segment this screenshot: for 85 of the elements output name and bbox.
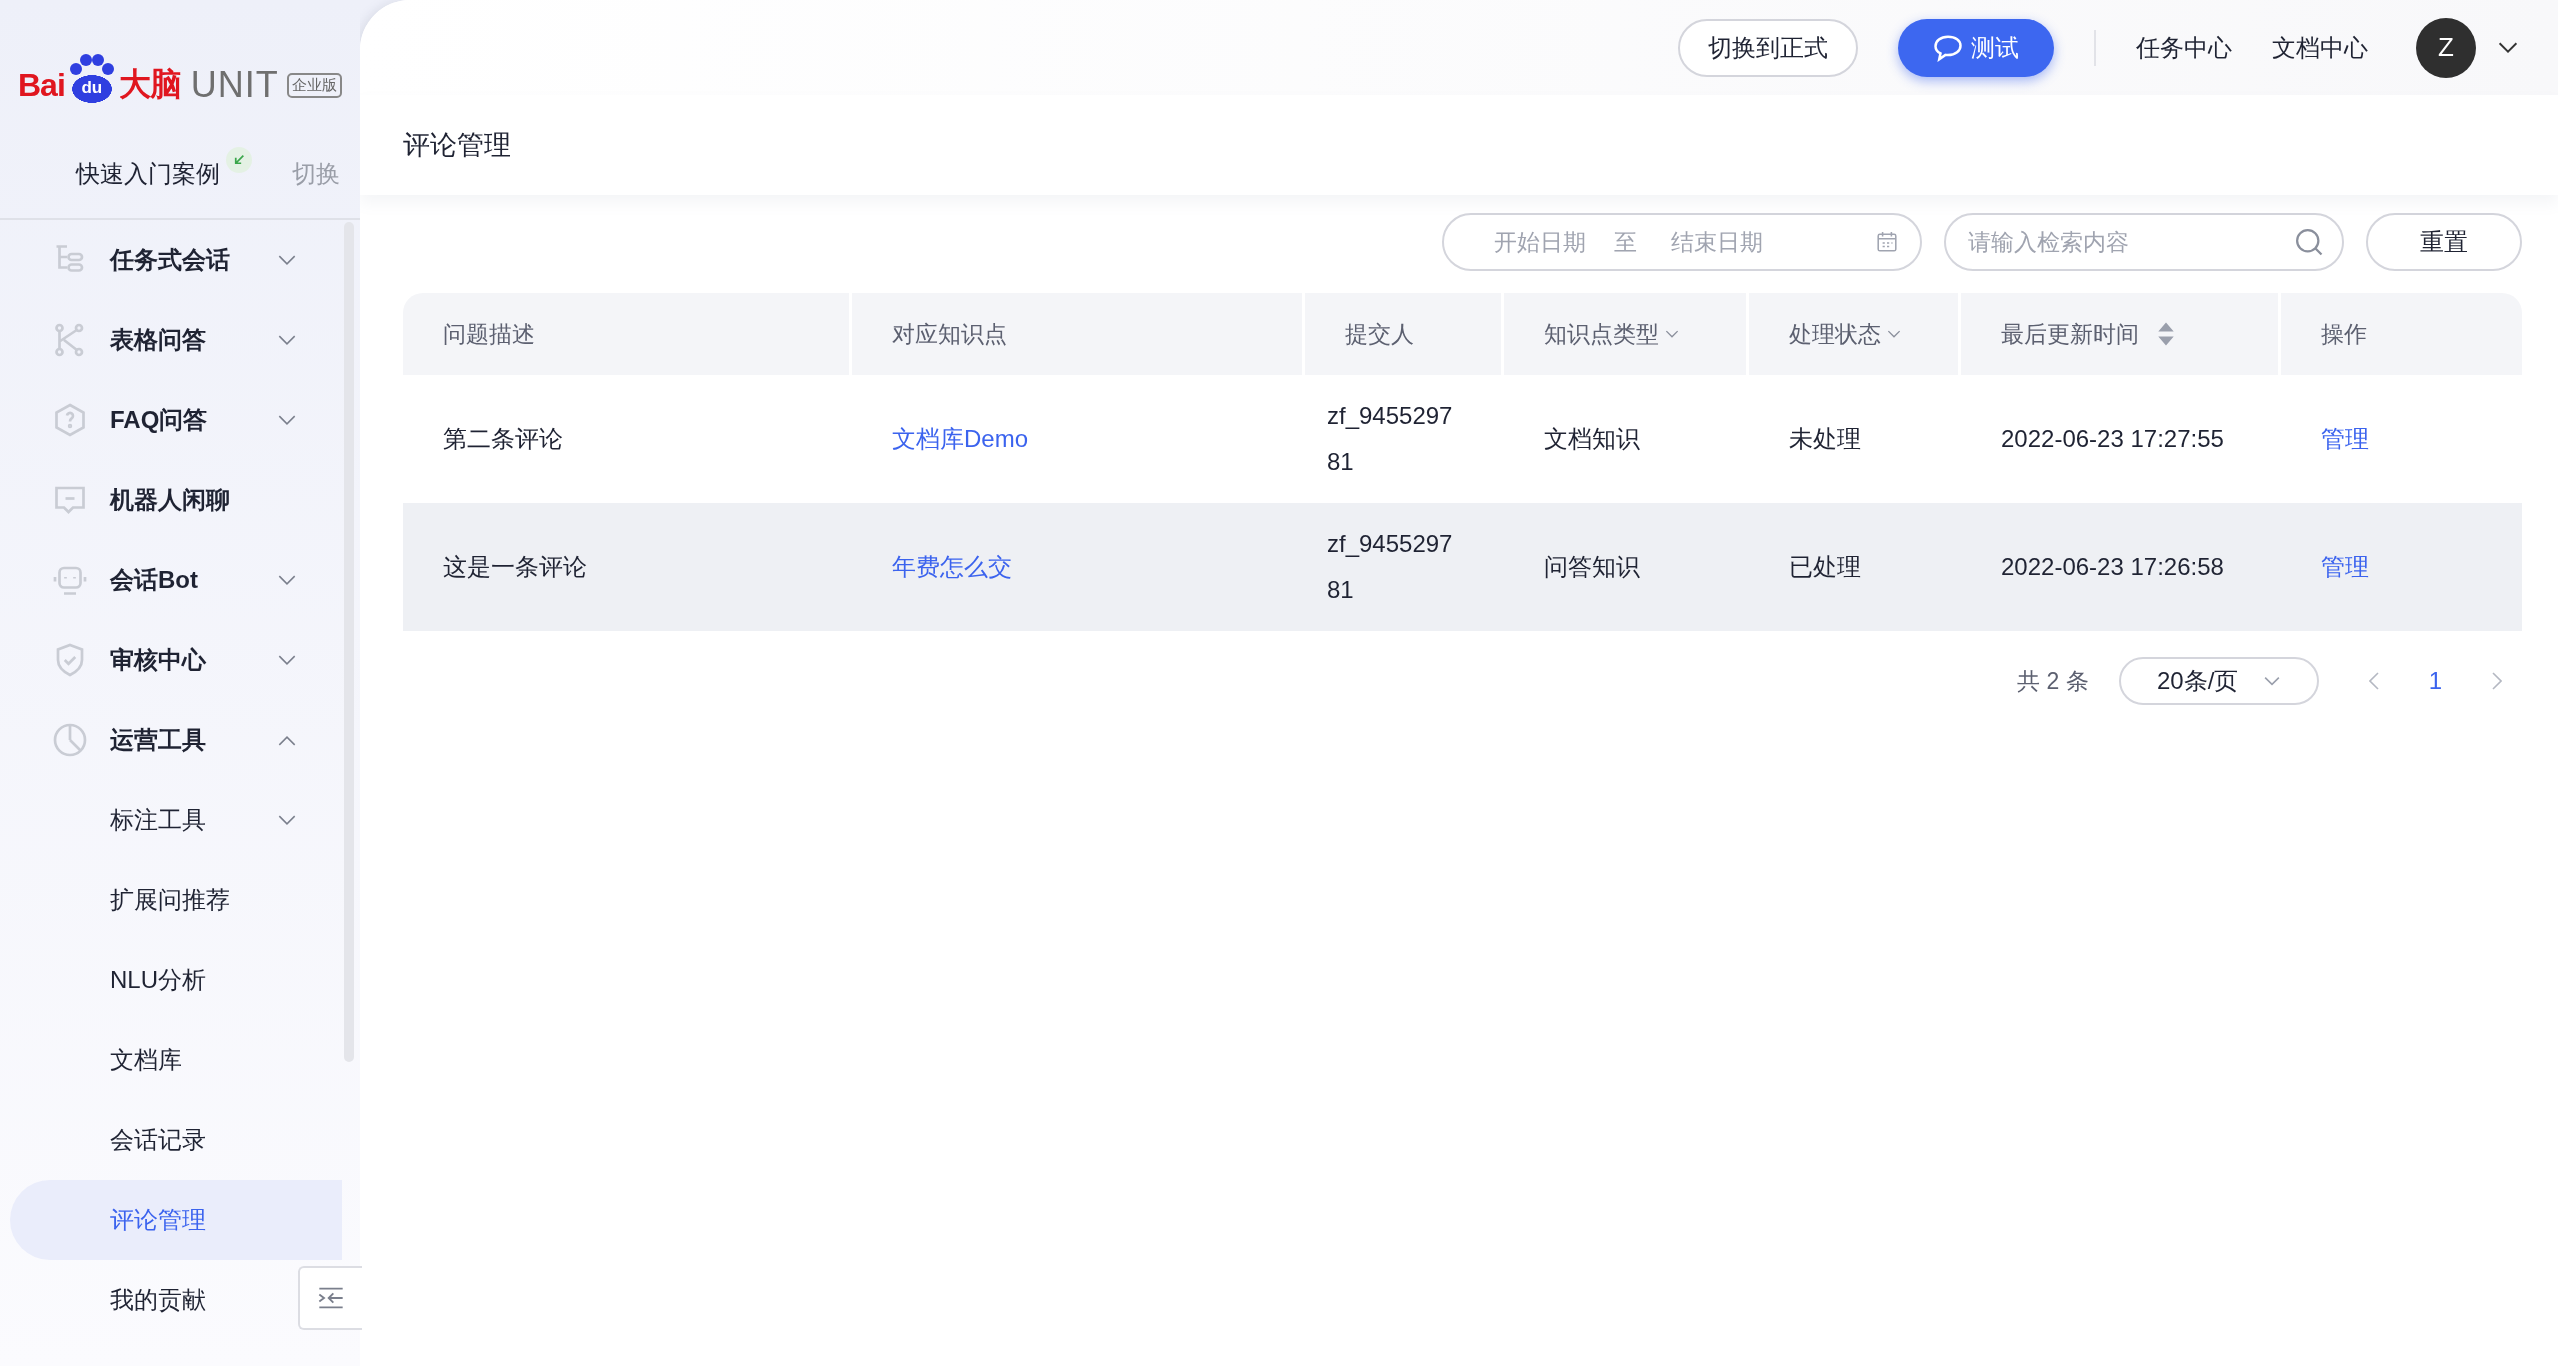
filter-icon[interactable] xyxy=(1665,329,1679,339)
caret-icon xyxy=(2264,676,2281,686)
table-cell-text: 已处理 xyxy=(1788,552,1862,582)
nav-label: FAQ问答 xyxy=(110,405,208,435)
column-label: 知识点类型 xyxy=(1544,319,1659,349)
nav-label: 标注工具 xyxy=(110,805,206,835)
nav-label: 会话Bot xyxy=(110,565,198,595)
product-name: UNIT xyxy=(190,64,279,106)
switch-button[interactable]: 切换到正式 xyxy=(1678,18,1858,77)
nav-label: 会话记录 xyxy=(110,1125,206,1155)
table-cell-text: 2022-06-23 17:27:55 xyxy=(2000,424,2225,454)
chat-icon xyxy=(1933,33,1963,62)
nav-label: 我的贡献 xyxy=(110,1285,206,1315)
nav-label: 任务式会话 xyxy=(110,245,230,275)
calendar-icon xyxy=(1876,231,1898,253)
table-link[interactable]: 管理 xyxy=(2281,503,2521,631)
table-link[interactable]: 文档库Demo xyxy=(852,375,1305,503)
table-row[interactable]: 第二条评论 文档库Demo zf_945529781 文档知识 未处理 2022-06-23 17:27:55 管理 xyxy=(403,375,2522,503)
table-cell-text: 这是一条评论 xyxy=(442,552,588,582)
sidebar-item[interactable]: FAQ问答 xyxy=(10,380,296,460)
table-cell-text: 第二条评论 xyxy=(442,424,564,454)
total-count: 共 2 条 xyxy=(2017,666,2089,696)
filter-icon[interactable] xyxy=(1887,329,1901,339)
next-page-icon[interactable] xyxy=(2492,672,2502,690)
table-cell-text: 2022-06-23 17:26:58 xyxy=(2000,552,2225,582)
caret-icon[interactable] xyxy=(2498,41,2518,54)
search-field[interactable]: 请输入检索内容 xyxy=(1966,227,2294,257)
search-bar[interactable]: 请输入检索内容 xyxy=(1944,213,2344,271)
nav-label: NLU分析 xyxy=(110,965,206,995)
sidebar-item[interactable]: 文档库 xyxy=(10,1020,296,1100)
page-number[interactable]: 1 xyxy=(2428,667,2442,695)
sidebar-item[interactable]: 会话记录 xyxy=(10,1100,296,1180)
column-label: 提交人 xyxy=(1345,319,1414,349)
sidebar-item[interactable]: 机器人闲聊 xyxy=(10,460,296,540)
table-link[interactable]: 管理 xyxy=(2281,375,2521,503)
edition-badge: 企业版 xyxy=(286,72,342,98)
sidebar-item[interactable]: 任务式会话 xyxy=(10,220,296,300)
column-label: 对应知识点 xyxy=(892,319,1007,349)
range-separator: 至 xyxy=(1614,227,1637,257)
sidebar-item[interactable]: 我的贡献 xyxy=(10,1260,296,1340)
search-icon[interactable] xyxy=(2294,227,2324,257)
sidebar-item[interactable]: 扩展问推荐 xyxy=(10,860,296,940)
sidebar-item[interactable]: 表格问答 xyxy=(10,300,296,380)
avatar[interactable]: Z xyxy=(2416,17,2476,78)
sidebar-item[interactable]: 标注工具 xyxy=(10,780,296,860)
sidebar-item[interactable]: 评论管理 xyxy=(10,1180,342,1260)
nav-label: 文档库 xyxy=(110,1045,182,1075)
sidebar-item[interactable]: 运营工具 xyxy=(10,700,296,780)
sidebar-item[interactable]: 审核中心 xyxy=(10,620,296,700)
nav-label: 机器人闲聊 xyxy=(110,485,230,515)
table-cell-text: 未处理 xyxy=(1788,424,1862,454)
table-cell-text: 问答知识 xyxy=(1543,552,1641,582)
help-shield-icon xyxy=(52,402,88,438)
header-link[interactable]: 文档中心 xyxy=(2272,31,2368,64)
reset-button[interactable]: 重置 xyxy=(2366,213,2522,271)
nav-label: 表格问答 xyxy=(110,325,206,355)
previous-page-icon[interactable] xyxy=(2368,672,2379,690)
nav-label: 评论管理 xyxy=(110,1205,206,1235)
logo-text: Bai xyxy=(18,66,65,104)
collapse-icon xyxy=(317,1286,345,1310)
sidebar-item[interactable]: 会话Bot xyxy=(10,540,296,620)
table-cell-text: zf_945529781 xyxy=(1326,529,1454,605)
collapse-button[interactable] xyxy=(298,1266,362,1330)
logo-text: 大脑 xyxy=(118,65,181,104)
nav-label: 扩展问推荐 xyxy=(110,885,230,915)
nav-label: 运营工具 xyxy=(110,725,206,755)
nav-label: 审核中心 xyxy=(110,645,206,675)
column-label: 处理状态 xyxy=(1789,319,1881,349)
sort-icon[interactable] xyxy=(2157,321,2175,347)
header-link[interactable]: 任务中心 xyxy=(2136,31,2232,64)
table-cell-text: 文档知识 xyxy=(1543,424,1641,454)
project-name[interactable]: 快速入门案例 xyxy=(76,158,220,190)
page-size-select[interactable]: 20条/页 xyxy=(2118,657,2319,705)
column-label: 最后更新时间 xyxy=(2001,319,2139,349)
column-label: 操作 xyxy=(2321,319,2367,349)
page-title: 评论管理 xyxy=(403,129,511,162)
table-row[interactable]: 这是一条评论 年费怎么交 zf_945529781 问答知识 已处理 2022-06-23 17:26:58 管理 xyxy=(403,503,2522,631)
pie-icon xyxy=(52,722,88,758)
sidebar-item[interactable]: NLU分析 xyxy=(10,940,296,1020)
table-link[interactable]: 年费怎么交 xyxy=(852,503,1305,631)
start-date-field[interactable]: 开始日期 xyxy=(1494,228,1614,256)
end-date-field[interactable]: 结束日期 xyxy=(1671,228,1791,256)
test-button[interactable]: 测试 xyxy=(1898,18,2054,77)
table-cell-text: zf_945529781 xyxy=(1326,401,1454,477)
column-label: 问题描述 xyxy=(443,319,535,349)
